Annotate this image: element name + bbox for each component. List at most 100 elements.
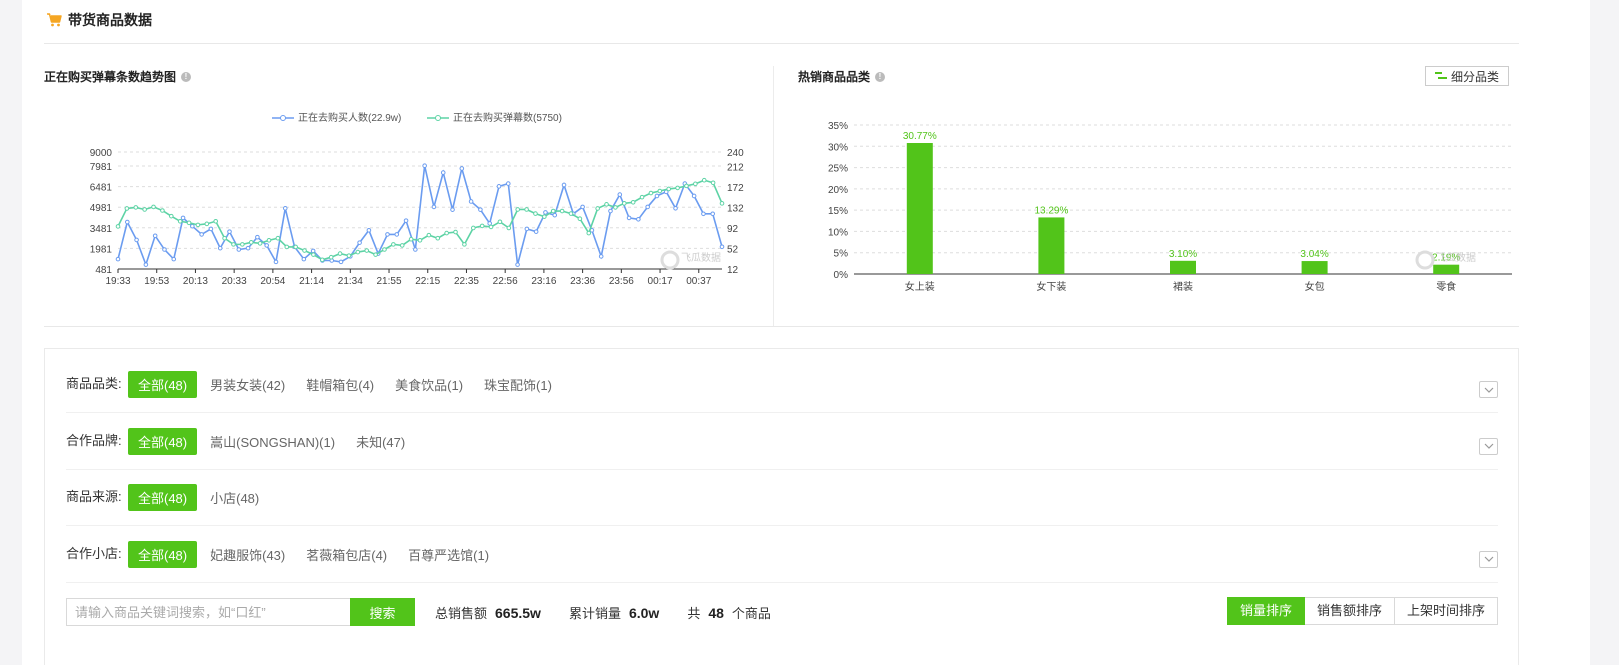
chevron-down-icon[interactable] — [1479, 437, 1498, 455]
bar[interactable] — [1433, 264, 1460, 274]
series-point[interactable] — [152, 233, 158, 239]
series-point[interactable] — [124, 206, 130, 211]
series-point[interactable] — [302, 248, 307, 253]
series-point[interactable] — [450, 207, 455, 212]
filter-option[interactable]: 妃趣服饰(43) — [210, 545, 285, 564]
series-point[interactable] — [248, 240, 254, 245]
series-point[interactable] — [222, 235, 227, 241]
series-point[interactable] — [373, 252, 378, 257]
series-point[interactable] — [462, 242, 467, 247]
series-point[interactable] — [195, 222, 201, 228]
series-point[interactable] — [337, 251, 343, 256]
series-point[interactable] — [275, 235, 281, 241]
series-point[interactable] — [245, 245, 251, 251]
series-point[interactable] — [171, 256, 177, 262]
series-point[interactable] — [673, 206, 678, 211]
series-point[interactable] — [701, 177, 707, 183]
series-point[interactable] — [654, 193, 660, 199]
series-point[interactable] — [468, 199, 474, 204]
series-point[interactable] — [543, 210, 548, 215]
series-point[interactable] — [684, 183, 689, 189]
legend-label[interactable]: 正在去购买人数(22.9w) — [298, 111, 401, 124]
series-point[interactable] — [431, 204, 437, 210]
info-icon[interactable]: ! — [875, 71, 886, 82]
series-point[interactable] — [180, 215, 186, 221]
series-point[interactable] — [693, 181, 698, 187]
series-point[interactable] — [470, 225, 476, 231]
series-point[interactable] — [366, 227, 372, 233]
series-point[interactable] — [630, 199, 636, 205]
series-point[interactable] — [691, 193, 697, 199]
series-point[interactable] — [177, 218, 183, 224]
series-point[interactable] — [240, 242, 245, 247]
filter-option-all[interactable]: 全部(48) — [128, 427, 198, 455]
series-point[interactable] — [399, 243, 405, 248]
series-point[interactable] — [595, 206, 600, 211]
series-point[interactable] — [282, 206, 288, 211]
series-point[interactable] — [608, 208, 613, 214]
series-point[interactable] — [657, 188, 663, 194]
filter-option[interactable]: 美食饮品(1) — [395, 375, 463, 394]
series-point[interactable] — [580, 204, 585, 210]
series-point[interactable] — [231, 242, 236, 247]
series-point[interactable] — [497, 219, 503, 225]
series-point[interactable] — [151, 204, 156, 210]
series-point[interactable] — [310, 248, 316, 254]
filter-option[interactable]: 百尊严选馆(1) — [408, 545, 489, 564]
series-point[interactable] — [217, 245, 223, 251]
bar[interactable] — [1170, 260, 1196, 274]
series-point[interactable] — [208, 226, 214, 232]
filter-option[interactable]: 小店(48) — [210, 488, 259, 507]
series-point[interactable] — [542, 214, 547, 219]
series-point[interactable] — [293, 244, 298, 250]
series-point[interactable] — [301, 256, 307, 262]
bar[interactable] — [1301, 261, 1328, 274]
series-point[interactable] — [273, 259, 279, 265]
series-point[interactable] — [636, 216, 641, 222]
series-point[interactable] — [701, 211, 706, 217]
search-input[interactable] — [66, 598, 350, 626]
series-point[interactable] — [577, 216, 583, 222]
series-point[interactable] — [617, 192, 623, 197]
series-point[interactable] — [408, 236, 414, 242]
series-point[interactable] — [236, 247, 242, 252]
series-point[interactable] — [453, 229, 458, 235]
series-point[interactable] — [459, 166, 465, 171]
series-point[interactable] — [533, 211, 538, 216]
series-point[interactable] — [190, 223, 195, 229]
series-point[interactable] — [124, 219, 130, 225]
series-point[interactable] — [479, 223, 485, 229]
series-point[interactable] — [382, 247, 387, 252]
series-point[interactable] — [204, 221, 210, 227]
chevron-down-icon[interactable] — [1479, 550, 1498, 568]
series-point[interactable] — [435, 235, 441, 241]
series-point[interactable] — [346, 253, 352, 258]
series-point[interactable] — [440, 170, 446, 175]
series-point[interactable] — [550, 208, 556, 214]
series-point[interactable] — [142, 207, 147, 212]
series-point[interactable] — [266, 237, 272, 243]
series-point[interactable] — [143, 262, 149, 267]
series-point[interactable] — [515, 207, 521, 212]
series-point[interactable] — [255, 234, 260, 240]
series-point[interactable] — [385, 232, 390, 237]
series-point[interactable] — [133, 205, 139, 210]
series-point[interactable] — [160, 208, 165, 213]
series-point[interactable] — [645, 204, 650, 210]
filter-option-all[interactable]: 全部(48) — [128, 484, 198, 511]
filter-option-all[interactable]: 全部(48) — [128, 540, 198, 568]
series-point[interactable] — [391, 242, 396, 247]
series-point[interactable] — [561, 182, 567, 188]
series-point[interactable] — [426, 232, 432, 238]
series-point[interactable] — [413, 247, 418, 252]
series-point[interactable] — [394, 232, 400, 237]
series-point[interactable] — [639, 194, 645, 200]
series-point[interactable] — [338, 259, 344, 265]
series-point[interactable] — [284, 244, 290, 250]
sort-button[interactable]: 销售额排序 — [1304, 597, 1395, 625]
series-point[interactable] — [186, 220, 192, 226]
series-point[interactable] — [719, 201, 725, 206]
series-point[interactable] — [478, 207, 483, 212]
series-line[interactable] — [117, 179, 723, 261]
series-point[interactable] — [162, 247, 167, 252]
